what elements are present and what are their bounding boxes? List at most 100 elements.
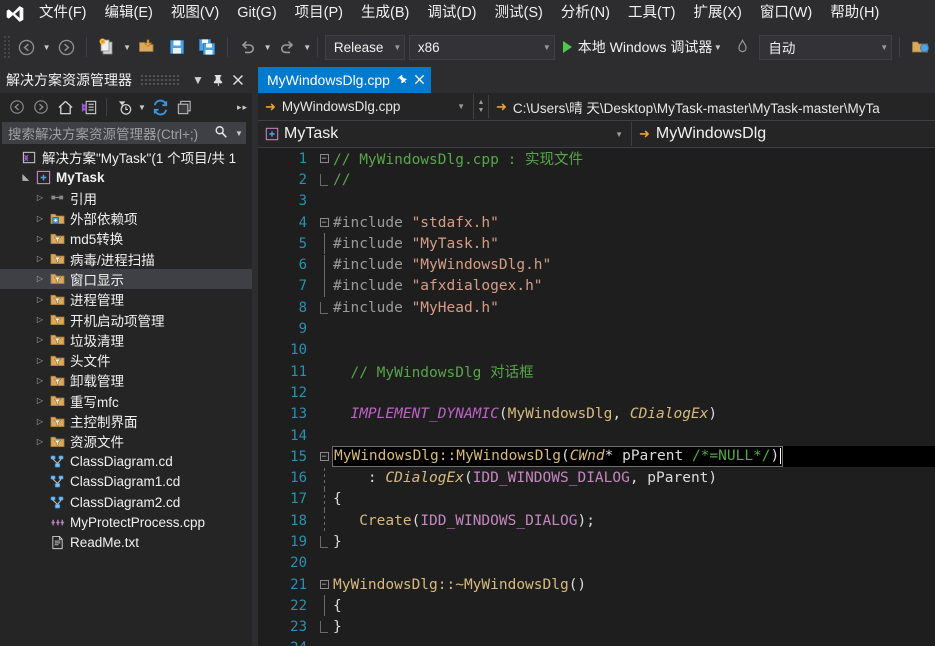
code-text[interactable]: : CDialogEx(IDD_WINDOWS_DIALOG, pParent)	[332, 470, 717, 486]
chevron-right-icon[interactable]: ▷	[32, 295, 48, 304]
tree-item-1[interactable]: ◢ MyTask	[0, 167, 252, 187]
menu-item-7[interactable]: 测试(S)	[486, 1, 552, 27]
code-text[interactable]: }	[332, 534, 342, 550]
menu-item-12[interactable]: 帮助(H)	[821, 1, 888, 27]
chevron-right-icon[interactable]: ▷	[32, 437, 48, 446]
menu-item-6[interactable]: 调试(D)	[418, 1, 485, 27]
tree-item-0[interactable]: 解决方案"MyTask"(1 个项目/共 1	[0, 147, 252, 167]
tree-item-16[interactable]: ClassDiagram1.cd	[0, 472, 252, 492]
menu-item-3[interactable]: Git(G)	[228, 1, 285, 27]
code-text[interactable]: // MyWindowsDlg 对话框	[332, 361, 533, 382]
auto-select-combo[interactable]: 自动 ▼	[759, 34, 893, 60]
redo-icon[interactable]	[272, 32, 302, 62]
chevron-right-icon[interactable]: ▷	[32, 234, 48, 243]
chevron-right-icon[interactable]: ▷	[32, 417, 48, 426]
navigate-forward-button[interactable]	[51, 32, 81, 62]
tree-item-11[interactable]: ▷ 卸载管理	[0, 370, 252, 390]
code-text[interactable]: }	[332, 619, 342, 635]
start-debugging-dropdown[interactable]: ▼	[712, 43, 723, 52]
undo-dropdown[interactable]: ▼	[263, 43, 273, 52]
tree-item-6[interactable]: ▷ 窗口显示	[0, 268, 252, 290]
chevron-right-icon[interactable]: ▷	[32, 274, 48, 283]
fold-collapse-icon[interactable]: −	[316, 217, 332, 229]
open-file-icon[interactable]	[132, 32, 162, 62]
panel-drag-dots[interactable]	[140, 75, 180, 85]
tree-item-4[interactable]: ▷ md5转换	[0, 228, 252, 248]
chevron-right-icon[interactable]: ▷	[32, 193, 48, 202]
search-input[interactable]: 搜索解决方案资源管理器(Ctrl+;)	[8, 123, 210, 143]
solution-explorer-search[interactable]: 搜索解决方案资源管理器(Ctrl+;) ▼	[2, 122, 246, 144]
solution-configuration-combo[interactable]: Release ▼	[324, 34, 405, 60]
tree-item-5[interactable]: ▷ 病毒/进程扫描	[0, 248, 252, 268]
code-text[interactable]: //	[332, 172, 350, 188]
spinner-updown-icon[interactable]: ▲ ▼	[474, 95, 489, 118]
navbar-member-combo[interactable]: ➜ MyWindowsDlg	[632, 122, 935, 146]
chevron-down-icon[interactable]: ▼	[188, 70, 208, 90]
tree-item-10[interactable]: ▷ 头文件	[0, 350, 252, 370]
chevron-right-icon[interactable]: ▷	[32, 214, 48, 223]
fold-collapse-icon[interactable]: −	[316, 451, 332, 463]
code-text[interactable]: Create(IDD_WINDOWS_DIALOG);	[332, 513, 595, 529]
tree-item-12[interactable]: ▷ 重写mfc	[0, 391, 252, 411]
tab-mywindowsdlg-cpp[interactable]: MyWindowsDlg.cpp	[258, 67, 431, 93]
tree-item-14[interactable]: ▷ 资源文件	[0, 431, 252, 451]
back-arrow-icon[interactable]	[5, 96, 29, 118]
attach-to-process-icon[interactable]	[905, 32, 935, 62]
close-icon[interactable]	[414, 73, 425, 88]
code-text[interactable]: #include "MyTask.h"	[332, 236, 499, 252]
code-text[interactable]: MyWindowsDlg::MyWindowsDlg(CWnd* pParent…	[332, 446, 935, 468]
code-text[interactable]: {	[332, 598, 342, 614]
save-icon[interactable]	[162, 32, 192, 62]
code-text[interactable]: #include "MyWindowsDlg.h"	[332, 257, 551, 273]
code-text[interactable]: #include "afxdialogex.h"	[332, 278, 543, 294]
menu-item-11[interactable]: 窗口(W)	[751, 1, 821, 27]
close-icon[interactable]	[228, 70, 248, 90]
menu-item-1[interactable]: 编辑(E)	[96, 1, 162, 27]
navigate-backward-button[interactable]	[12, 32, 42, 62]
fold-collapse-icon[interactable]: −	[316, 153, 332, 165]
code-text[interactable]: // MyWindowsDlg.cpp : 实现文件	[332, 148, 583, 169]
chevron-right-icon[interactable]: ▷	[32, 254, 48, 263]
tree-item-9[interactable]: ▷ 垃圾清理	[0, 330, 252, 350]
tree-item-3[interactable]: ▷ 外部依赖项	[0, 208, 252, 228]
menu-item-2[interactable]: 视图(V)	[162, 1, 228, 27]
collapse-all-icon[interactable]	[172, 96, 196, 118]
navbar-file-path[interactable]: ➜ C:\Users\晴 天\Desktop\MyTask-master\MyT…	[489, 94, 935, 119]
code-text[interactable]: #include "MyHead.h"	[332, 300, 499, 316]
new-item-icon[interactable]	[92, 32, 122, 62]
pending-changes-filter-icon[interactable]	[112, 96, 136, 118]
forward-arrow-icon[interactable]	[29, 96, 53, 118]
menu-item-0[interactable]: 文件(F)	[30, 1, 96, 27]
chevron-down-icon[interactable]: ▼	[232, 129, 246, 138]
menu-item-8[interactable]: 分析(N)	[552, 1, 619, 27]
pin-icon[interactable]	[208, 70, 228, 90]
chevron-down-icon[interactable]: ▼	[607, 130, 631, 139]
tree-item-7[interactable]: ▷ 进程管理	[0, 289, 252, 309]
snippet-highlight-field[interactable]: MyWindowsDlg::MyWindowsDlg(CWnd* pParent…	[332, 446, 784, 468]
navbar-project-combo[interactable]: MyTask ▼	[258, 122, 632, 146]
menu-item-10[interactable]: 扩展(X)	[685, 1, 751, 27]
tree-item-13[interactable]: ▷ 主控制界面	[0, 411, 252, 431]
menu-item-9[interactable]: 工具(T)	[619, 1, 685, 27]
search-icon[interactable]	[210, 125, 232, 142]
tree-item-2[interactable]: ▷ 引用	[0, 188, 252, 208]
tree-item-18[interactable]: MyProtectProcess.cpp	[0, 512, 252, 532]
chevron-double-right-icon[interactable]: ▸▸	[237, 102, 248, 113]
tree-item-17[interactable]: ClassDiagram2.cd	[0, 492, 252, 512]
tree-item-8[interactable]: ▷ 开机启动项管理	[0, 309, 252, 329]
redo-dropdown[interactable]: ▼	[302, 43, 312, 52]
code-text[interactable]: IMPLEMENT_DYNAMIC(MyWindowsDlg, CDialogE…	[332, 406, 717, 422]
toolbar-grip[interactable]	[3, 35, 12, 59]
chevron-right-icon[interactable]: ▷	[32, 335, 48, 344]
undo-icon[interactable]	[233, 32, 263, 62]
refresh-icon[interactable]	[148, 96, 172, 118]
chevron-down-icon[interactable]: ◢	[21, 169, 32, 185]
chevron-right-icon[interactable]: ▷	[32, 356, 48, 365]
chevron-right-icon[interactable]: ▷	[32, 376, 48, 385]
chevron-right-icon[interactable]: ▷	[32, 396, 48, 405]
chevron-right-icon[interactable]: ▷	[32, 315, 48, 324]
code-editor[interactable]: 1−// MyWindowsDlg.cpp : 实现文件 2//3 4− #inclu…	[258, 148, 935, 646]
navigate-backward-dropdown[interactable]: ▼	[42, 43, 52, 52]
menu-item-4[interactable]: 项目(P)	[286, 1, 352, 27]
pending-changes-dropdown[interactable]: ▼	[136, 96, 148, 118]
